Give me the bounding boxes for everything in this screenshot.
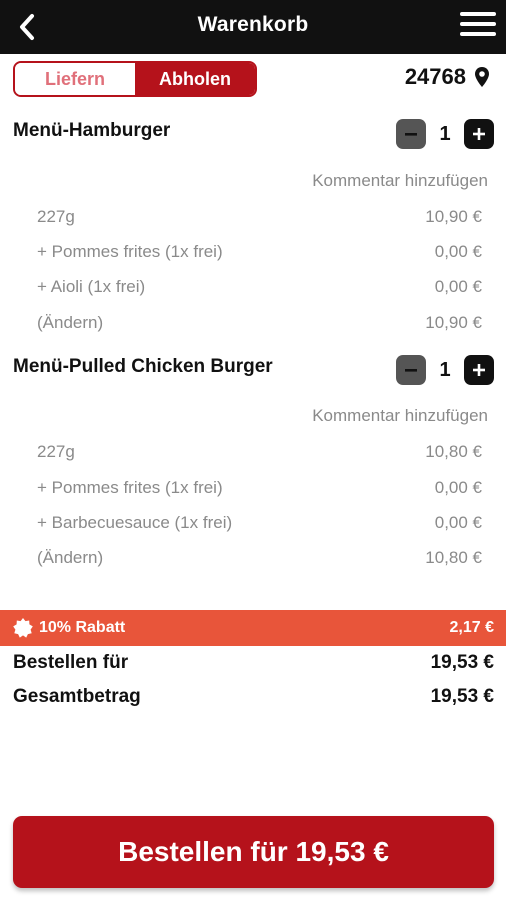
- badge-star-icon: [13, 618, 33, 638]
- cart-item-name: Menü-Hamburger: [13, 120, 171, 141]
- discount-amount: 2,17 €: [449, 619, 494, 636]
- tab-deliver[interactable]: Liefern: [15, 63, 135, 95]
- list-item: + Pommes frites (1x frei) 0,00 €: [37, 242, 482, 262]
- list-item: (Ändern) 10,90 €: [37, 313, 482, 333]
- list-item: + Barbecuesauce (1x frei) 0,00 €: [37, 513, 482, 533]
- line-label: 227g: [37, 207, 75, 226]
- discount-bar: 10% Rabatt 2,17 €: [0, 610, 506, 646]
- line-label: + Barbecuesauce (1x frei): [37, 513, 233, 532]
- line-label: 227g: [37, 442, 75, 461]
- postal-code: 24768: [404, 64, 466, 89]
- page-title: Warenkorb: [197, 13, 309, 36]
- grand-total-value: 19,53 €: [430, 686, 494, 707]
- increase-quantity-button[interactable]: [464, 119, 494, 149]
- list-item: (Ändern) 10,80 €: [37, 548, 482, 568]
- list-item: 227g 10,80 €: [37, 442, 482, 462]
- postal-code-selector[interactable]: 24768: [405, 64, 490, 90]
- line-label: + Aioli (1x frei): [37, 277, 146, 296]
- line-label: + Pommes frites (1x frei): [37, 242, 223, 261]
- quantity-value: 1: [439, 122, 451, 145]
- line-label: + Pommes frites (1x frei): [37, 478, 223, 497]
- quantity-stepper: 1: [396, 119, 494, 149]
- order-for-value: 19,53 €: [430, 652, 494, 673]
- location-pin-icon: [475, 67, 489, 87]
- top-bar: Warenkorb: [0, 0, 506, 54]
- order-for-label: Bestellen für: [13, 652, 129, 673]
- line-price: 10,80 €: [425, 548, 482, 567]
- minus-icon: [405, 133, 417, 136]
- delivery-mode-toggle: Liefern Abholen: [13, 61, 257, 97]
- grand-total-label: Gesamtbetrag: [13, 686, 141, 707]
- decrease-quantity-button[interactable]: [396, 355, 426, 385]
- list-item: + Pommes frites (1x frei) 0,00 €: [37, 478, 482, 498]
- line-price: 10,90 €: [425, 207, 482, 226]
- edit-item-link[interactable]: (Ändern): [37, 548, 103, 568]
- minus-icon: [405, 369, 417, 372]
- increase-quantity-button[interactable]: [464, 355, 494, 385]
- tab-pickup[interactable]: Abholen: [135, 63, 255, 95]
- line-price: 10,90 €: [425, 313, 482, 332]
- list-item: 227g 10,90 €: [37, 207, 482, 227]
- plus-icon: [473, 128, 485, 140]
- quantity-value: 1: [439, 358, 451, 381]
- hamburger-menu-icon[interactable]: [460, 12, 496, 42]
- discount-label: 10% Rabatt: [39, 619, 126, 636]
- line-price: 0,00 €: [434, 242, 482, 261]
- place-order-button[interactable]: Bestellen für 19,53 €: [13, 816, 494, 888]
- add-comment-link[interactable]: Kommentar hinzufügen: [312, 406, 488, 426]
- list-item: + Aioli (1x frei) 0,00 €: [37, 277, 482, 297]
- grand-total-row: Gesamtbetrag 19,53 €: [13, 686, 494, 708]
- add-comment-link[interactable]: Kommentar hinzufügen: [312, 171, 488, 191]
- cart-item-name: Menü-Pulled Chicken Burger: [13, 356, 273, 377]
- plus-icon: [473, 364, 485, 376]
- order-for-row: Bestellen für 19,53 €: [13, 652, 494, 674]
- line-price: 0,00 €: [434, 277, 482, 296]
- edit-item-link[interactable]: (Ändern): [37, 313, 103, 333]
- line-price: 0,00 €: [434, 513, 482, 532]
- line-price: 10,80 €: [425, 442, 482, 461]
- decrease-quantity-button[interactable]: [396, 119, 426, 149]
- quantity-stepper: 1: [396, 355, 494, 385]
- line-price: 0,00 €: [434, 478, 482, 497]
